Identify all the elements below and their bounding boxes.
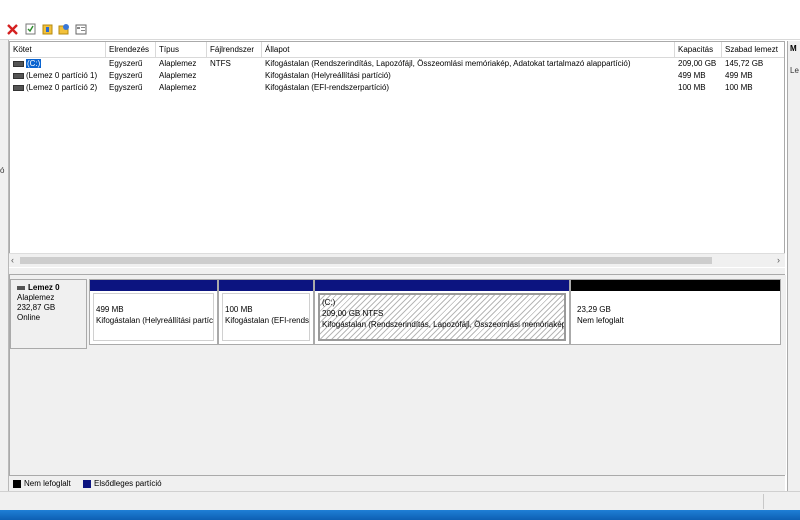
volume-list-header: Kötet Elrendezés Típus Fájlrendszer Álla… <box>10 42 784 58</box>
partition-bar <box>571 280 780 291</box>
scrollbar-thumb[interactable] <box>20 257 712 264</box>
disk-label[interactable]: Lemez 0 Alaplemez 232,87 GB Online <box>10 279 87 349</box>
partition-c[interactable]: (C:) 209,00 GB NTFS Kifogástalan (Rendsz… <box>314 279 570 345</box>
disk-name: Lemez 0 <box>28 283 60 292</box>
column-header-capacity[interactable]: Kapacitás <box>675 42 722 57</box>
filesystem-cell <box>207 82 262 94</box>
volume-name: (Lemez 0 partíció 1) <box>26 71 98 80</box>
wizard-icon[interactable] <box>58 23 70 35</box>
column-header-filesystem[interactable]: Fájlrendszer <box>207 42 262 57</box>
legend-item-unallocated: Nem lefoglalt <box>13 479 71 489</box>
partition-size: 100 MB <box>225 305 253 314</box>
help-icon[interactable] <box>41 23 53 35</box>
partition-bar <box>315 280 569 291</box>
capacity-cell: 499 MB <box>678 71 706 80</box>
partition-size: 23,29 GB <box>577 305 611 314</box>
partition-bar <box>219 280 313 291</box>
free-space-cell: 145,72 GB <box>725 59 764 68</box>
layout-cell: Egyszerű <box>109 71 143 80</box>
partition-title: (C:) <box>322 298 336 307</box>
column-header-type[interactable]: Típus <box>156 42 207 57</box>
disk-state: Online <box>17 313 41 322</box>
table-row[interactable]: (Lemez 0 partíció 2) Egyszerű Alaplemez … <box>10 82 784 94</box>
free-space-cell: 499 MB <box>725 71 753 80</box>
disk-type: Alaplemez <box>17 293 55 302</box>
column-header-status[interactable]: Állapot <box>262 42 675 57</box>
scroll-left-icon[interactable]: ‹ <box>11 254 14 267</box>
toolbar <box>0 20 800 40</box>
disk-icon <box>17 285 25 290</box>
navigation-pane-edge: ó <box>0 40 9 495</box>
partition-recovery[interactable]: 499 MB Kifogástalan (Helyreállítási part… <box>89 279 218 345</box>
filesystem-cell <box>207 70 262 82</box>
status-cell: Kifogástalan (EFI-rendszerpartíció) <box>265 83 390 92</box>
legend-item-primary: Elsődleges partíció <box>83 479 162 489</box>
status-divider <box>763 494 764 509</box>
partition-status: Kifogástalan (EFI-rendszerpartíció) <box>225 316 310 325</box>
column-header-volume[interactable]: Kötet <box>10 42 106 57</box>
free-space-cell: 100 MB <box>725 83 753 92</box>
window-top-area <box>0 0 800 21</box>
disk-size: 232,87 GB <box>17 303 56 312</box>
type-cell: Alaplemez <box>159 59 197 68</box>
legend-swatch <box>13 479 21 488</box>
actions-item[interactable]: Le <box>790 66 799 75</box>
partition-size: 209,00 GB NTFS <box>322 309 384 318</box>
type-cell: Alaplemez <box>159 71 197 80</box>
actions-pane: M Le <box>787 41 800 491</box>
truncated-text: ó <box>0 166 5 175</box>
volume-name: (C:) <box>26 59 42 68</box>
capacity-cell: 209,00 GB <box>678 59 717 68</box>
volume-name: (Lemez 0 partíció 2) <box>26 83 98 92</box>
legend: Nem lefoglalt Elsődleges partíció <box>9 475 785 492</box>
partition-bar <box>90 280 217 291</box>
taskbar <box>0 510 800 520</box>
volume-list: Kötet Elrendezés Típus Fájlrendszer Álla… <box>9 41 785 267</box>
partition-efi[interactable]: 100 MB Kifogástalan (EFI-rendszerpartíci… <box>218 279 314 345</box>
delete-icon[interactable] <box>6 23 18 35</box>
status-cell: Kifogástalan (Helyreállítási partíció) <box>265 71 391 80</box>
layout-cell: Egyszerű <box>109 59 143 68</box>
table-row[interactable]: (C:) Egyszerű Alaplemez NTFS Kifogástala… <box>10 58 784 70</box>
horizontal-scrollbar[interactable]: ‹ › <box>9 253 785 267</box>
partition-status: Kifogástalan (Rendszerindítás, Lapozófáj… <box>322 320 566 329</box>
layout-cell: Egyszerű <box>109 83 143 92</box>
status-bar <box>0 491 800 511</box>
filesystem-cell: NTFS <box>210 59 231 68</box>
table-row[interactable]: (Lemez 0 partíció 1) Egyszerű Alaplemez … <box>10 70 784 82</box>
disk-graphical-view: Lemez 0 Alaplemez 232,87 GB Online 499 M… <box>9 275 786 475</box>
pane-splitter[interactable] <box>9 268 785 275</box>
column-header-layout[interactable]: Elrendezés <box>106 42 156 57</box>
partition-unallocated[interactable]: 23,29 GB Nem lefoglalt <box>570 279 781 345</box>
capacity-cell: 100 MB <box>678 83 706 92</box>
volume-icon <box>13 72 24 79</box>
partition-status: Kifogástalan (Helyreállítási partíció) <box>96 316 214 325</box>
volume-icon <box>13 84 24 91</box>
actions-header: M <box>790 44 797 53</box>
scroll-right-icon[interactable]: › <box>777 254 780 267</box>
properties-icon[interactable] <box>24 23 36 35</box>
volume-icon <box>13 60 24 67</box>
column-header-free-space[interactable]: Szabad lemezt <box>722 42 784 57</box>
view-icon[interactable] <box>75 23 87 35</box>
legend-swatch <box>83 479 91 488</box>
partition-status: Nem lefoglalt <box>577 316 624 325</box>
status-cell: Kifogástalan (Rendszerindítás, Lapozófáj… <box>265 59 631 68</box>
partition-size: 499 MB <box>96 305 124 314</box>
type-cell: Alaplemez <box>159 83 197 92</box>
